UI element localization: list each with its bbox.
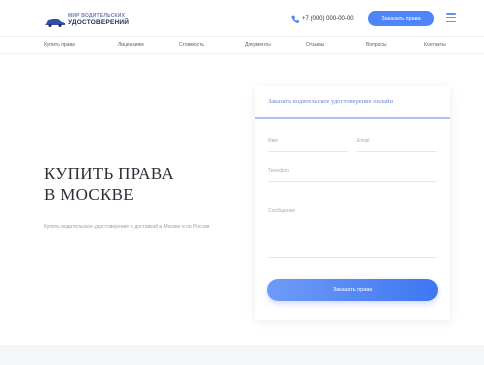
next-section-band: [0, 345, 484, 365]
phone-field[interactable]: Телефон: [268, 168, 437, 182]
main-nav: Купить права Лицензиям Стоимость Докумен…: [0, 36, 484, 54]
message-field[interactable]: Сообщение: [268, 208, 437, 258]
order-form: Заказать водительское удостоверение онла…: [255, 86, 450, 320]
order-license-button[interactable]: Заказать права: [368, 11, 434, 26]
site-logo[interactable]: МИР ВОДИТЕЛЬСКИХ УДОСТОВЕРЕНИЙ: [44, 12, 129, 30]
email-field[interactable]: Email: [357, 138, 437, 152]
name-field-label: Имя: [268, 138, 278, 144]
form-title-underline: [255, 117, 450, 119]
phone-link[interactable]: +7 (000) 000-00-00: [291, 14, 354, 24]
page-title-line2: В МОСКВЕ: [44, 185, 134, 204]
hamburger-menu-icon[interactable]: [446, 13, 456, 22]
phone-field-label: Телефон: [268, 168, 289, 174]
nav-item-buy[interactable]: Купить права: [44, 42, 75, 48]
page-title-line1: КУПИТЬ ПРАВА: [44, 164, 174, 183]
nav-item-reviews[interactable]: Отзывы: [306, 42, 324, 48]
submit-order-button[interactable]: Заказать права: [267, 279, 438, 301]
nav-item-faq[interactable]: Вопросы: [366, 42, 386, 48]
phone-number: +7 (000) 000-00-00: [302, 16, 354, 22]
nav-item-price[interactable]: Стоимость: [179, 42, 204, 48]
nav-item-contacts[interactable]: Контакты: [424, 42, 446, 48]
page-title: КУПИТЬ ПРАВА В МОСКВЕ: [44, 163, 174, 205]
phone-icon: [291, 15, 299, 23]
message-field-label: Сообщение: [268, 208, 296, 214]
site-header: МИР ВОДИТЕЛЬСКИХ УДОСТОВЕРЕНИЙ +7 (000) …: [0, 0, 484, 36]
name-field[interactable]: Имя: [268, 138, 348, 152]
form-title: Заказать водительское удостоверение онла…: [268, 98, 393, 105]
hero-subtitle: Купить водительское удостоверение с дост…: [44, 224, 210, 230]
email-field-label: Email: [357, 138, 370, 144]
nav-item-licenses[interactable]: Лицензиям: [118, 42, 144, 48]
car-icon: [45, 19, 65, 27]
logo-text-bottom: УДОСТОВЕРЕНИЙ: [68, 19, 130, 26]
nav-item-documents[interactable]: Документы: [245, 42, 271, 48]
